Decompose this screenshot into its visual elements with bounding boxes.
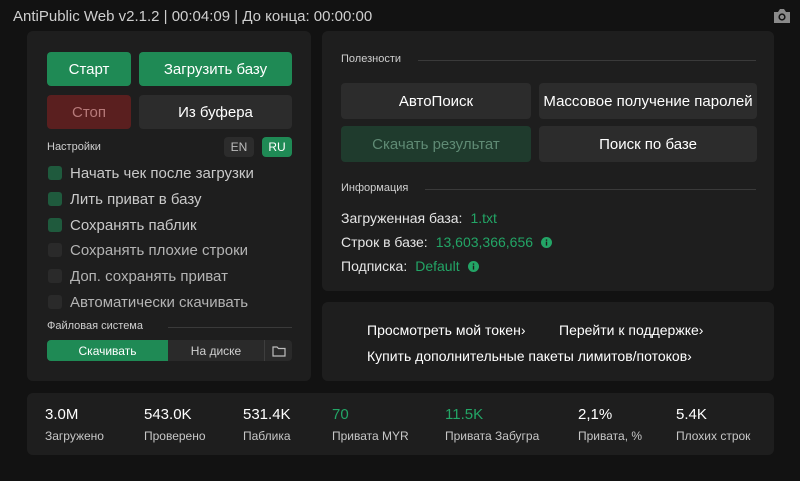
info-divider [425, 189, 756, 190]
subscription-row: Подписка: Default [341, 258, 479, 274]
download-result-button[interactable]: Скачать результат [341, 126, 531, 162]
stat-label: Привата Забугра [445, 429, 540, 443]
filesystem-label: Файловая система [47, 320, 143, 332]
stat-value: 5.4K [676, 406, 707, 423]
stat-private-percent: 2,1% Привата, % [578, 406, 642, 443]
option-auto-download[interactable]: Автоматически скачивать [48, 292, 248, 312]
stat-label: Загружено [45, 429, 104, 443]
support-link[interactable]: Перейти к поддержке› [559, 322, 703, 338]
from-clipboard-button[interactable]: Из буфера [139, 95, 292, 129]
stat-value: 2,1% [578, 406, 613, 423]
language-en-button[interactable]: EN [224, 137, 254, 157]
loaded-base-value: 1.txt [470, 210, 497, 226]
option-label: Лить приват в базу [70, 190, 202, 208]
stat-private-myr: 70 Привата MYR [332, 406, 409, 443]
option-label: Доп. сохранять приват [70, 267, 228, 285]
stat-label: Привата MYR [332, 429, 409, 443]
option-start-check-after-load[interactable]: Начать чек после загрузки [48, 163, 254, 183]
download-mode-option[interactable]: Скачивать [47, 340, 168, 361]
title-bar: AntiPublic Web v2.1.2 | 00:04:09 | До ко… [0, 0, 800, 34]
chevron-right-icon: › [687, 348, 692, 364]
option-save-public[interactable]: Сохранять паблик [48, 215, 197, 235]
stat-value: 543.0K [144, 406, 192, 423]
folder-icon [271, 345, 286, 357]
view-token-link[interactable]: Просмотреть мой токен› [367, 322, 526, 338]
links-panel [322, 302, 774, 381]
chevron-right-icon: › [520, 322, 526, 338]
camera-icon[interactable] [772, 7, 792, 25]
stat-value: 70 [332, 406, 349, 423]
stat-label: Плохих строк [676, 429, 751, 443]
checkbox-checked[interactable] [48, 192, 62, 206]
start-button[interactable]: Старт [47, 52, 131, 86]
lines-label: Строк в базе: [341, 234, 428, 250]
loaded-base-row: Загруженная база: 1.txt [341, 210, 497, 226]
stat-bad-lines: 5.4K Плохих строк [676, 406, 750, 443]
subscription-label: Подписка: [341, 258, 408, 274]
stat-checked: 543.0K Проверено [144, 406, 206, 443]
buy-packages-link[interactable]: Купить дополнительные пакеты лимитов/пот… [367, 348, 692, 364]
language-ru-button[interactable]: RU [262, 137, 292, 157]
lines-row: Строк в базе: 13,603,366,656 [341, 234, 553, 250]
open-folder-button[interactable] [264, 340, 292, 361]
stat-value: 11.5K [445, 406, 484, 423]
stat-loaded: 3.0M Загружено [45, 406, 104, 443]
option-extra-save-private[interactable]: Доп. сохранять приват [48, 266, 228, 286]
buy-packages-label: Купить дополнительные пакеты лимитов/пот… [367, 348, 688, 364]
settings-label: Настройки [47, 141, 101, 153]
view-token-label: Просмотреть мой токен [367, 322, 521, 338]
support-label: Перейти к поддержке [559, 322, 699, 338]
option-label: Автоматически скачивать [70, 293, 249, 311]
option-push-private-to-base[interactable]: Лить приват в базу [48, 189, 202, 209]
filesystem-mode-toggle: Скачивать На диске [47, 340, 292, 361]
load-base-button[interactable]: Загрузить базу [139, 52, 292, 86]
checkbox-unchecked[interactable] [48, 295, 62, 309]
checkbox-unchecked[interactable] [48, 243, 62, 257]
info-label: Информация [341, 182, 409, 194]
stat-label: Привата, % [578, 429, 643, 443]
lines-value: 13,603,366,656 [435, 234, 534, 250]
stat-label: Проверено [144, 429, 206, 443]
mass-passwords-button[interactable]: Массовое получение паролей [539, 83, 757, 119]
chevron-right-icon: › [698, 322, 704, 338]
info-icon[interactable] [541, 236, 553, 248]
filesystem-divider [168, 327, 292, 328]
stat-private-abroad: 11.5K Привата Забугра [445, 406, 539, 443]
option-label: Сохранять плохие строки [70, 241, 249, 259]
subscription-value: Default [415, 258, 460, 274]
utilities-divider [418, 60, 756, 61]
checkbox-checked[interactable] [48, 166, 62, 180]
stat-value: 3.0M [45, 406, 79, 423]
option-label: Сохранять паблик [70, 216, 197, 234]
autosearch-button[interactable]: АвтоПоиск [341, 83, 531, 119]
utilities-label: Полезности [341, 53, 401, 65]
option-label: Начать чек после загрузки [70, 164, 254, 182]
window-title: AntiPublic Web v2.1.2 | 00:04:09 | До ко… [13, 8, 373, 25]
search-base-button[interactable]: Поиск по базе [539, 126, 757, 162]
option-save-bad-lines[interactable]: Сохранять плохие строки [48, 240, 248, 260]
stat-value: 531.4K [243, 406, 291, 423]
info-icon[interactable] [467, 260, 479, 272]
stat-public: 531.4K Паблика [243, 406, 291, 443]
checkbox-checked[interactable] [48, 218, 62, 232]
loaded-base-label: Загруженная база: [341, 210, 463, 226]
on-disk-mode-option[interactable]: На диске [168, 340, 264, 361]
checkbox-unchecked[interactable] [48, 269, 62, 283]
stop-button[interactable]: Стоп [47, 95, 131, 129]
stat-label: Паблика [243, 429, 291, 443]
